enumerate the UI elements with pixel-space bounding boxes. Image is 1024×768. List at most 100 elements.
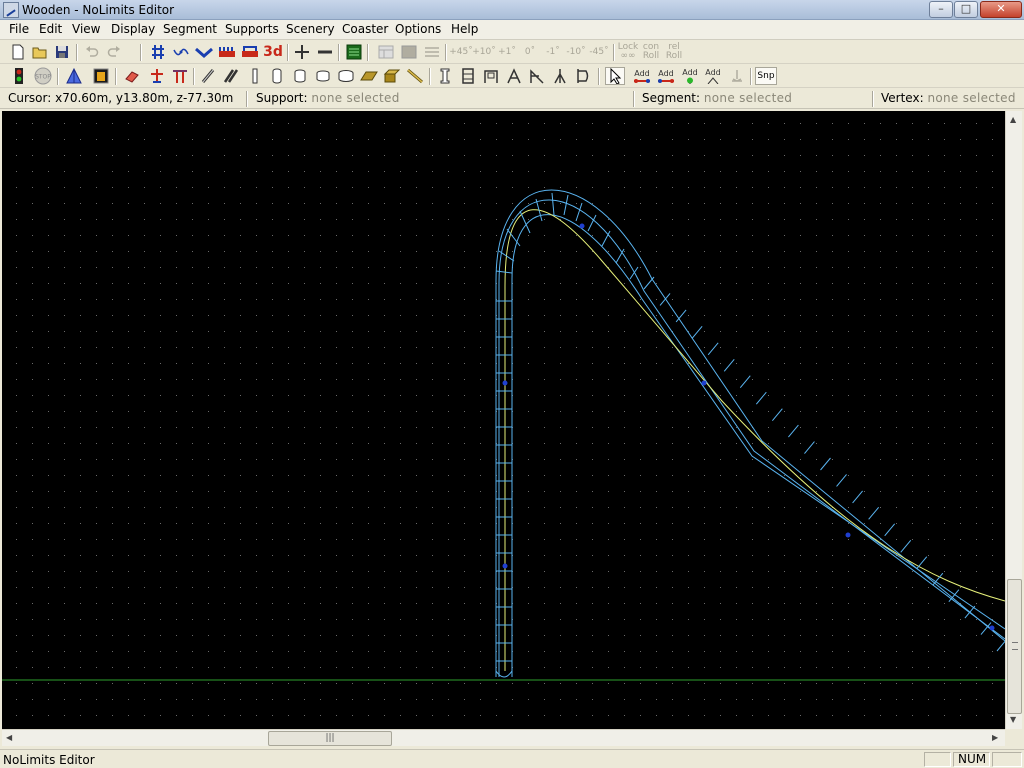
track-node[interactable] bbox=[579, 223, 585, 229]
app-icon[interactable] bbox=[3, 2, 19, 18]
track-curve-icon[interactable] bbox=[194, 43, 214, 61]
save-disk-icon[interactable] bbox=[52, 43, 72, 61]
pillar-medium-icon[interactable] bbox=[290, 67, 310, 85]
pillar-wide-icon[interactable] bbox=[313, 67, 333, 85]
scroll-down-arrow-icon[interactable]: ▼ bbox=[1010, 715, 1016, 724]
grid-dot bbox=[480, 363, 481, 364]
support-red-icon[interactable] bbox=[147, 67, 167, 85]
track-node[interactable] bbox=[502, 563, 508, 569]
lock-button[interactable]: Lock ∞∞ bbox=[618, 43, 639, 61]
grid-dot bbox=[144, 651, 145, 652]
close-button[interactable]: ✕ bbox=[980, 1, 1022, 18]
menu-scenery[interactable]: Scenery bbox=[286, 22, 335, 36]
track-node[interactable] bbox=[845, 532, 851, 538]
rotate-zero-button[interactable]: 0˚ bbox=[520, 43, 540, 61]
rotate-plus1-button[interactable]: +1˚ bbox=[497, 43, 517, 61]
grid-dot bbox=[320, 363, 321, 364]
grid-dot bbox=[800, 587, 801, 588]
menu-options[interactable]: Options bbox=[395, 22, 441, 36]
grid-dot bbox=[864, 475, 865, 476]
block-icon[interactable] bbox=[382, 67, 402, 85]
pillar-small-icon[interactable] bbox=[267, 67, 287, 85]
traffic-light-icon[interactable] bbox=[9, 67, 29, 85]
beam-diagonal-icon[interactable] bbox=[198, 67, 218, 85]
vertical-scroll-thumb[interactable] bbox=[1007, 579, 1022, 714]
select-arrow-icon[interactable] bbox=[605, 67, 625, 85]
column-icon[interactable] bbox=[435, 67, 455, 85]
stop-button[interactable]: STOP bbox=[33, 67, 53, 85]
spline-icon[interactable] bbox=[171, 43, 191, 61]
track-node[interactable] bbox=[989, 625, 995, 631]
support-t-icon[interactable] bbox=[170, 67, 190, 85]
rotate-minus45-button[interactable]: -45˚ bbox=[589, 43, 609, 61]
train-red-icon[interactable] bbox=[217, 43, 237, 61]
menu-supports[interactable]: Supports bbox=[225, 22, 279, 36]
grid-icon[interactable] bbox=[148, 43, 168, 61]
new-file-icon[interactable] bbox=[8, 43, 28, 61]
minimize-button[interactable]: – bbox=[929, 1, 953, 18]
rotate-plus45-button[interactable]: +45˚ bbox=[449, 43, 473, 61]
brace-c-icon[interactable] bbox=[550, 67, 570, 85]
rotate-plus10-button[interactable]: +10˚ bbox=[472, 43, 496, 61]
pyramid-icon[interactable] bbox=[64, 67, 84, 85]
zoom-in-icon[interactable] bbox=[292, 43, 312, 61]
train-blue-icon[interactable] bbox=[240, 43, 260, 61]
redo-icon[interactable] bbox=[104, 43, 124, 61]
grid-dot bbox=[240, 283, 241, 284]
solid-view-icon[interactable] bbox=[399, 43, 419, 61]
terrain-icon[interactable] bbox=[344, 43, 364, 61]
add-support-blue-button[interactable]: Add bbox=[656, 67, 676, 85]
menu-edit[interactable]: Edit bbox=[39, 22, 62, 36]
view-3d-button[interactable]: 3d bbox=[263, 43, 283, 61]
open-folder-icon[interactable] bbox=[30, 43, 50, 61]
horizontal-scrollbar[interactable]: ◀ ||| ▶ bbox=[2, 729, 1005, 746]
rod-icon[interactable] bbox=[405, 67, 425, 85]
pillar-thin-icon[interactable] bbox=[245, 67, 265, 85]
scroll-up-arrow-icon[interactable]: ▲ bbox=[1010, 115, 1016, 124]
pillar-large-icon[interactable] bbox=[336, 67, 356, 85]
menu-coaster[interactable]: Coaster bbox=[342, 22, 388, 36]
frame-icon[interactable] bbox=[458, 67, 478, 85]
grid-dot bbox=[784, 491, 785, 492]
undo-icon[interactable] bbox=[82, 43, 102, 61]
rel-roll-button[interactable]: rel Roll bbox=[664, 43, 684, 61]
track-node[interactable] bbox=[701, 380, 707, 386]
grid-dot bbox=[736, 315, 737, 316]
brace-a-icon[interactable] bbox=[504, 67, 524, 85]
con-roll-button[interactable]: con Roll bbox=[641, 43, 661, 61]
grid-dot bbox=[64, 251, 65, 252]
brace-d-icon[interactable] bbox=[573, 67, 593, 85]
horizontal-scroll-thumb[interactable]: ||| bbox=[268, 731, 392, 746]
editor-viewport[interactable] bbox=[2, 111, 1005, 729]
vertical-scrollbar[interactable]: ▲ ▼ bbox=[1005, 111, 1022, 729]
add-footer-button[interactable]: Add bbox=[703, 67, 723, 85]
grid-dot bbox=[512, 123, 513, 124]
scroll-left-arrow-icon[interactable]: ◀ bbox=[6, 733, 12, 742]
eraser-icon[interactable] bbox=[122, 67, 142, 85]
menu-display[interactable]: Display bbox=[111, 22, 155, 36]
rotate-minus1-button[interactable]: -1˚ bbox=[543, 43, 563, 61]
menu-view[interactable]: View bbox=[72, 22, 100, 36]
plank-icon[interactable] bbox=[359, 67, 379, 85]
brace-b-icon[interactable] bbox=[527, 67, 547, 85]
bent-frame-icon[interactable] bbox=[481, 67, 501, 85]
anchor-icon[interactable] bbox=[727, 67, 747, 85]
station-icon[interactable] bbox=[91, 67, 111, 85]
grid-dot bbox=[832, 267, 833, 268]
beam-double-icon[interactable] bbox=[221, 67, 241, 85]
zoom-out-icon[interactable] bbox=[315, 43, 335, 61]
menu-help[interactable]: Help bbox=[451, 22, 478, 36]
add-support-red-button[interactable]: Add bbox=[632, 67, 652, 85]
track-canvas[interactable] bbox=[2, 111, 1005, 729]
menu-file[interactable]: File bbox=[9, 22, 29, 36]
menu-segment[interactable]: Segment bbox=[163, 22, 217, 36]
track-node[interactable] bbox=[502, 380, 508, 386]
rotate-minus10-button[interactable]: -10˚ bbox=[566, 43, 586, 61]
grid-dot bbox=[112, 523, 113, 524]
flatten-icon[interactable] bbox=[422, 43, 442, 61]
add-node-green-button[interactable]: Add bbox=[680, 67, 700, 85]
snap-toggle-button[interactable]: Snp bbox=[755, 67, 777, 85]
panel-view-icon[interactable] bbox=[376, 43, 396, 61]
maximize-button[interactable]: □ bbox=[954, 1, 978, 18]
scroll-right-arrow-icon[interactable]: ▶ bbox=[992, 733, 998, 742]
